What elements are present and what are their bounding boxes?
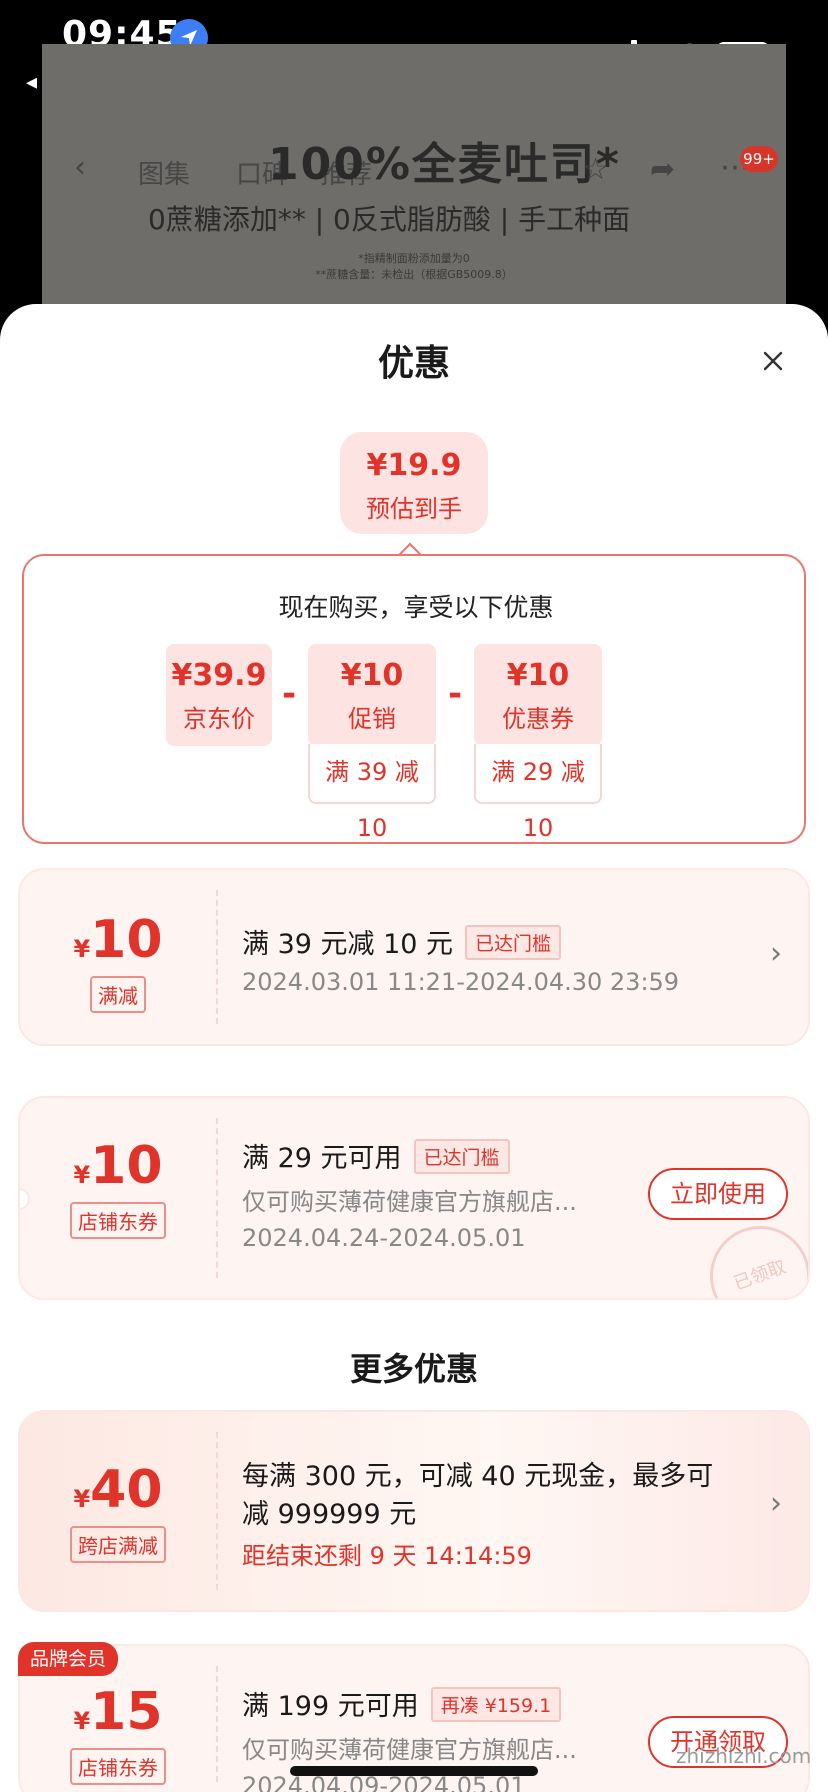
chevron-right-icon[interactable]: › [770,936,782,971]
tab-gallery: 图集 [138,160,191,190]
coupon-amount: ¥15 [73,1682,163,1742]
coupon-amount: ¥10 [73,1136,163,1196]
coupon-condition: 满 29 减 10 [474,744,602,842]
card-divider [216,1666,218,1782]
coupon-scope: 仅可购买薄荷健康官方旗舰店... [242,1736,577,1764]
banner-title: 100%全麦吐司* [268,139,621,190]
coupon-title: 满 199 元可用 再凑 ¥159.1 [242,1684,562,1723]
share-icon: ➦ [650,152,676,187]
status-bar: 09:45 5G [0,0,828,70]
gap-tag: 再凑 ¥159.1 [430,1687,562,1722]
estimated-price-chip: ¥19.9 预估到手 [340,432,488,534]
coupon-type-tag: 店铺东券 [70,1748,166,1785]
discount-title: 每满 300 元，可减 40 元现金，最多可 [242,1461,714,1492]
coupon-amount: ¥10 [73,910,163,970]
home-indicator[interactable] [290,1766,538,1776]
coupon-scope: 仅可购买薄荷健康官方旗舰店... [242,1188,577,1216]
threshold-tag: 已达门槛 [465,925,562,960]
estimated-label: 预估到手 [366,495,462,523]
discount-title-cont: 减 999999 元 [242,1499,417,1530]
promotion-chip: ¥10 促销 [308,644,436,746]
coupon-chip: ¥10 优惠券 [474,644,602,746]
cross-store-discount-card[interactable]: ¥40 跨店满减 每满 300 元，可减 40 元现金，最多可 减 999999… [18,1410,810,1612]
message-badge: 99+ [740,146,778,172]
minus-sign: - [282,674,297,714]
breakdown-heading: 现在购买，享受以下优惠 [278,593,554,622]
banner-subtitle: 0蔗糖添加** | 0反式脂肪酸 | 手工种面 [148,203,631,236]
coupon-validity: 2024.04.24-2024.05.01 [242,1224,526,1252]
card-divider [216,1432,218,1590]
brand-member-badge: 品牌会员 [18,1642,119,1676]
coupon-card-store: ¥10 店铺东券 满 29 元可用 已达门槛 仅可购买薄荷健康官方旗舰店... 2… [18,1096,810,1300]
coupon-title: 满 39 元减 10 元已达门槛 [242,922,562,961]
coupon-title: 满 29 元可用 已达门槛 [242,1136,510,1175]
estimated-price: ¥19.9 [366,448,462,483]
price-breakdown: 现在购买，享受以下优惠 ¥39.9 京东价 - ¥10 促销 满 39 减 10… [22,554,806,844]
star-icon: ☆ [582,152,609,187]
coupon-card-promotion[interactable]: ¥10 满减 满 39 元减 10 元已达门槛 2024.03.01 11:21… [18,868,810,1046]
claimed-stamp: 已领取 [695,1211,808,1298]
banner-fine-print: *指精制面粉添加量为0 **蔗糖含量：未检出（根据GB5009.8） [315,252,513,281]
use-now-button[interactable]: 立即使用 [648,1168,788,1220]
promotion-condition: 满 39 减 10 [308,744,436,842]
close-icon[interactable] [760,348,786,374]
discount-type-tag: 跨店满减 [70,1526,166,1563]
watermark: zhizhizhi.com [676,1744,812,1768]
more-discounts-title: 更多优惠 [349,1350,478,1388]
coupon-type-tag: 满减 [90,976,146,1013]
coupon-type-tag: 店铺东券 [70,1202,166,1239]
threshold-tag: 已达门槛 [413,1139,510,1174]
coupon-validity: 2024.03.01 11:21-2024.04.30 23:59 [242,968,680,996]
back-arrow-icon: ‹ [74,150,86,185]
minus-sign: - [448,674,463,714]
jd-price-chip: ¥39.9 京东价 [166,644,272,746]
discount-sheet: 优惠 ¥19.9 预估到手 现在购买，享受以下优惠 ¥39.9 京东价 - ¥1… [0,304,828,1792]
sheet-title: 优惠 [377,343,450,384]
chevron-right-icon[interactable]: › [770,1486,782,1521]
discount-amount: ¥40 [73,1460,163,1520]
card-divider [216,1118,218,1278]
countdown-text: 距结束还剩 9 天 14:14:59 [242,1542,532,1570]
card-divider [216,890,218,1024]
